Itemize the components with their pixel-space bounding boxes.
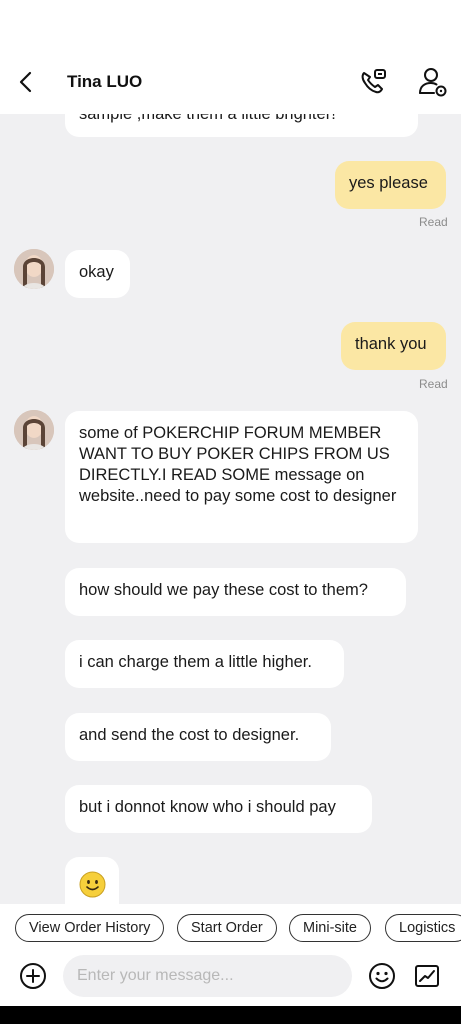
- plus-circle-icon: [20, 963, 46, 989]
- contact-name: Tina LUO: [67, 72, 143, 91]
- smiley-icon: [369, 963, 395, 989]
- attach-button[interactable]: [19, 962, 47, 990]
- message-bubble-incoming: but i donnot know who i should pay: [65, 785, 372, 833]
- start-order-chip[interactable]: Start Order: [177, 914, 277, 942]
- message-bubble-incoming: some of POKERCHIP FORUM MEMBER WANT TO B…: [65, 411, 418, 543]
- image-icon: [415, 965, 439, 987]
- avatar[interactable]: [14, 249, 54, 289]
- mini-site-chip[interactable]: Mini-site: [289, 914, 371, 942]
- phone-call-icon: [361, 69, 386, 94]
- smiley-face-emoji: [79, 871, 106, 898]
- message-bubble-incoming: i can charge them a little higher.: [65, 640, 344, 688]
- message-composer: [0, 950, 461, 1006]
- avatar[interactable]: [14, 410, 54, 450]
- back-button[interactable]: [10, 66, 42, 98]
- message-bubble-incoming: and send the cost to designer.: [65, 713, 331, 761]
- avatar-photo: [14, 249, 54, 289]
- read-receipt: Read: [419, 215, 448, 229]
- message-bubble-outgoing: yes please: [335, 161, 446, 209]
- message-bubble-incoming: how should we pay these cost to them?: [65, 568, 406, 616]
- chevron-left-icon: [19, 71, 32, 93]
- message-bubble-outgoing: thank you: [341, 322, 446, 370]
- emoji-button[interactable]: [368, 962, 396, 990]
- message-bubble-incoming: okay: [65, 250, 130, 298]
- message-bubble-partial: sample ,make them a little brighter!: [65, 114, 418, 137]
- media-button[interactable]: [413, 962, 441, 990]
- view-order-history-chip[interactable]: View Order History: [15, 914, 165, 942]
- quick-actions-bar: View Order History Start Order Mini-site…: [0, 904, 461, 950]
- status-bar: [0, 0, 461, 52]
- read-receipt: Read: [419, 377, 448, 391]
- chat-header: Tina LUO: [0, 52, 461, 114]
- avatar-photo: [14, 410, 54, 450]
- chat-area[interactable]: sample ,make them a little brighter! yes…: [0, 114, 461, 904]
- user-settings-icon: [419, 68, 447, 97]
- call-button[interactable]: [356, 65, 390, 99]
- profile-button[interactable]: [416, 65, 450, 99]
- logistics-chip[interactable]: Logistics: [385, 914, 461, 942]
- message-input[interactable]: [63, 955, 352, 997]
- message-bubble-emoji: [65, 857, 119, 904]
- system-navigation-bar: [0, 1006, 461, 1024]
